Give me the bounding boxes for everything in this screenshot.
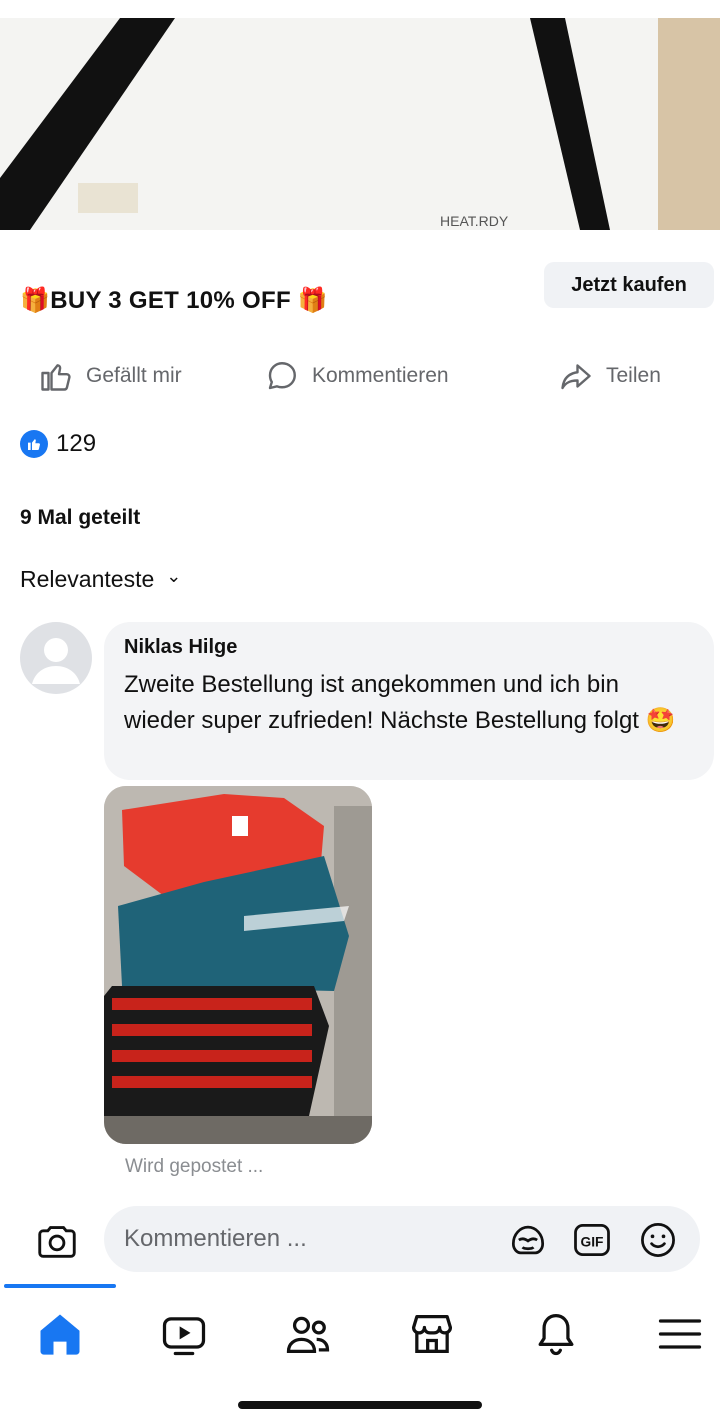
gif-icon: GIF (574, 1223, 610, 1257)
comment-action[interactable]: Kommentieren (264, 352, 449, 400)
hamburger-menu-icon (658, 1319, 702, 1349)
comment-bubble-icon (268, 362, 296, 390)
tab-notifications[interactable] (530, 1308, 582, 1360)
share-arrow-icon (561, 364, 591, 390)
tab-marketplace[interactable] (406, 1308, 458, 1360)
share-action[interactable]: Teilen (558, 352, 661, 400)
avatar-sticker-button[interactable] (506, 1218, 550, 1262)
comment-attachment-photo[interactable] (104, 786, 372, 1144)
post-product-image[interactable]: HEAT.RDY (0, 18, 720, 230)
camera-button[interactable] (34, 1218, 80, 1264)
chevron-down-icon: ⌄ (166, 566, 182, 586)
comment-bubble: Niklas Hilge Zweite Bestellung ist angek… (104, 622, 714, 780)
commenter-avatar[interactable] (20, 622, 92, 694)
jerseys-photo (104, 786, 372, 1144)
buy-now-button[interactable]: Jetzt kaufen (544, 262, 714, 308)
jersey-caption: HEAT.RDY (440, 213, 509, 229)
comment-sort-dropdown[interactable]: Relevanteste ⌄ (20, 566, 181, 593)
tab-home[interactable] (34, 1308, 86, 1360)
gif-label: GIF (581, 1234, 604, 1249)
promo-headline: 🎁BUY 3 GET 10% OFF 🎁 (20, 286, 328, 315)
like-action[interactable]: Gefällt mir (38, 352, 182, 400)
tab-video[interactable] (158, 1308, 210, 1360)
bottom-tab-bar (0, 1284, 720, 1384)
reaction-summary[interactable]: 129 (20, 430, 96, 458)
emoji-button[interactable] (636, 1218, 680, 1262)
jersey-photo: HEAT.RDY (0, 18, 720, 230)
comment-label: Kommentieren (312, 364, 449, 387)
gift-icon: 🎁 (297, 287, 329, 314)
avatar-sticker-icon (511, 1225, 545, 1255)
tab-friends[interactable] (282, 1308, 334, 1360)
friends-icon (286, 1316, 330, 1353)
share-label: Teilen (606, 364, 661, 387)
comment-text: Zweite Bestellung ist angekommen und ich… (124, 671, 676, 734)
tab-menu[interactable] (654, 1308, 706, 1360)
camera-icon (38, 1226, 76, 1258)
comment-composer: GIF (0, 1200, 720, 1280)
thumbs-up-icon (41, 364, 71, 391)
promo-text: BUY 3 GET 10% OFF (50, 287, 291, 314)
default-avatar-icon (32, 638, 80, 684)
bell-icon (538, 1313, 574, 1356)
active-tab-indicator (4, 1284, 116, 1288)
reaction-count: 129 (56, 430, 97, 457)
gif-button[interactable]: GIF (570, 1218, 614, 1262)
post-actions: Gefällt mir Kommentieren Teilen (0, 352, 720, 400)
home-icon (40, 1314, 80, 1355)
home-indicator (238, 1401, 482, 1409)
marketplace-icon (411, 1315, 453, 1353)
like-reaction-icon (20, 430, 48, 458)
comment-author[interactable]: Niklas Hilge (124, 636, 694, 659)
smiley-icon (641, 1223, 675, 1257)
posting-status: Wird gepostet ... (125, 1156, 264, 1177)
gift-icon: 🎁 (20, 287, 51, 314)
video-icon (162, 1317, 206, 1356)
like-label: Gefällt mir (86, 364, 182, 387)
share-count[interactable]: 9 Mal geteilt (20, 506, 140, 530)
sort-label: Relevanteste (20, 566, 155, 592)
